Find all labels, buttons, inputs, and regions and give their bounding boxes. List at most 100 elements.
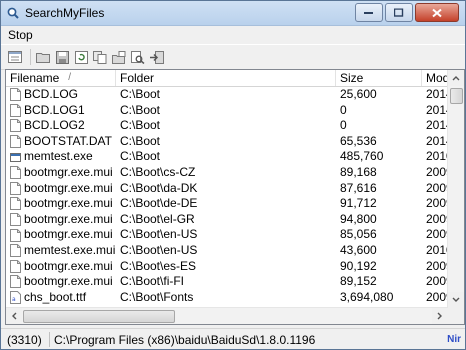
cell-filename: memtest.exe.mui (6, 243, 116, 259)
status-separator (49, 332, 50, 347)
cell-filename: bootmgr.exe.mui (6, 259, 116, 275)
file-icon (10, 197, 21, 211)
nirsoft-link[interactable]: Nir (447, 334, 465, 345)
status-current-path: C:\Program Files (x86)\baidu\BaiduSd\1.8… (54, 332, 316, 347)
column-header-size[interactable]: Size (336, 70, 422, 86)
file-icon (10, 119, 21, 133)
cell-modified: 2009 (426, 258, 448, 273)
filename-text: memtest.exe (24, 149, 93, 164)
filename-text: bootmgr.exe.mui (24, 227, 113, 242)
cell-size: 94,800 (340, 211, 377, 226)
open-icon[interactable] (35, 49, 51, 65)
table-row[interactable]: BCD.LOG1 C:\Boot 0 2014 (6, 103, 448, 119)
filename-text: BCD.LOG2 (24, 118, 85, 133)
cell-filename: BOOTSTAT.DAT (6, 134, 116, 150)
filename-text: memtest.exe.mui (24, 242, 116, 257)
filename-text: bootmgr.exe.mui (24, 180, 113, 195)
save-icon[interactable] (54, 49, 70, 65)
list-rows: BCD.LOG C:\Boot 25,600 2014 BCD.LOG1 C:\Boot 0… (6, 87, 448, 324)
table-row[interactable]: memtest.exe.mui C:\Boot\en-US 43,600 2010 (6, 243, 448, 259)
scroll-right-button[interactable] (432, 308, 448, 324)
refresh-icon[interactable] (73, 49, 89, 65)
horizontal-scrollbar[interactable] (6, 307, 448, 324)
column-header-filename[interactable]: Filename / (6, 70, 116, 86)
filename-text: bootmgr.exe.mui (24, 196, 113, 211)
cell-folder: C:\Boot\Fonts (120, 289, 194, 304)
cell-filename: bootmgr.exe.mui (6, 196, 116, 212)
close-button[interactable] (415, 3, 459, 22)
scroll-left-button[interactable] (6, 308, 22, 324)
cell-modified: 2009 (426, 274, 448, 289)
filename-text: BCD.LOG (24, 87, 79, 101)
filename-text: BOOTSTAT.DAT (24, 133, 113, 148)
table-row[interactable]: BCD.LOG2 C:\Boot 0 2014 (6, 118, 448, 134)
cell-size: 87,616 (340, 180, 377, 195)
table-row[interactable]: bootmgr.exe.mui C:\Boot\fi-FI 89,152 2009 (6, 274, 448, 290)
scroll-down-button[interactable] (448, 292, 464, 308)
title-bar[interactable]: SearchMyFiles (1, 1, 465, 26)
minimize-icon (364, 11, 373, 14)
copy-icon[interactable] (92, 49, 108, 65)
find-icon[interactable] (130, 49, 146, 65)
file-icon (10, 275, 21, 289)
maximize-button[interactable] (385, 3, 413, 22)
scroll-up-button[interactable] (448, 70, 464, 86)
file-icon (10, 166, 21, 180)
table-row[interactable]: memtest.exe C:\Boot 485,760 2010 (6, 149, 448, 165)
list-header: Filename / Folder Size Mod (6, 70, 464, 87)
copy-path-icon[interactable] (111, 49, 127, 65)
properties-icon[interactable] (7, 49, 23, 65)
cell-folder: C:\Boot\en-US (120, 227, 198, 242)
column-header-modified[interactable]: Mod (422, 70, 448, 86)
filename-text: bootmgr.exe.mui (24, 164, 113, 179)
table-row[interactable]: bootmgr.exe.mui C:\Boot\de-DE 91,712 2009 (6, 196, 448, 212)
file-icon (10, 135, 21, 149)
cell-size: 0 (340, 118, 347, 133)
column-label: Filename (10, 71, 60, 85)
cell-modified: 2009 (426, 164, 448, 179)
minimize-button[interactable] (355, 3, 383, 22)
filename-text: bootmgr.exe.mui (24, 274, 113, 289)
cell-size: 85,056 (340, 227, 377, 242)
cell-size: 89,168 (340, 164, 377, 179)
cell-modified: 2009 (426, 227, 448, 242)
cell-folder: C:\Boot\cs-CZ (120, 164, 196, 179)
cell-size: 65,536 (340, 133, 377, 148)
cell-folder: C:\Boot (120, 149, 161, 164)
cell-filename: bootmgr.exe.mui (6, 274, 116, 290)
cell-size: 89,152 (340, 274, 377, 289)
cell-modified: 2009 (426, 180, 448, 195)
cell-modified: 2014 (426, 118, 448, 133)
vertical-scrollbar[interactable] (447, 70, 464, 308)
table-row[interactable]: BCD.LOG C:\Boot 25,600 2014 (6, 87, 448, 103)
cell-filename: BCD.LOG2 (6, 118, 116, 134)
filename-text: BCD.LOG1 (24, 102, 85, 117)
table-row[interactable]: bootmgr.exe.mui C:\Boot\en-US 85,056 2009 (6, 227, 448, 243)
file-icon (10, 228, 21, 242)
table-row[interactable]: bootmgr.exe.mui C:\Boot\el-GR 94,800 2009 (6, 212, 448, 228)
font-file-icon: a (10, 291, 21, 305)
column-header-folder[interactable]: Folder (116, 70, 336, 86)
files-list[interactable]: Filename / Folder Size Mod BCD.LOG C:\Boo… (5, 69, 465, 325)
cell-size: 25,600 (340, 87, 377, 101)
status-file-count: (3310) (7, 332, 42, 347)
cell-modified: 2009 (426, 211, 448, 226)
horizontal-scroll-thumb[interactable] (23, 310, 175, 323)
exe-icon (10, 151, 21, 164)
cell-folder: C:\Boot (120, 133, 161, 148)
vertical-scroll-thumb[interactable] (450, 88, 463, 104)
app-window: SearchMyFiles Stop Filename / Folder Siz… (0, 0, 466, 350)
sort-indicator: / (68, 72, 71, 83)
table-row[interactable]: bootmgr.exe.mui C:\Boot\cs-CZ 89,168 2009 (6, 165, 448, 181)
filename-text: bootmgr.exe.mui (24, 258, 113, 273)
table-row[interactable]: a chs_boot.ttf C:\Boot\Fonts 3,694,080 2009 (6, 290, 448, 306)
cell-folder: C:\Boot (120, 118, 161, 133)
table-row[interactable]: bootmgr.exe.mui C:\Boot\da-DK 87,616 2009 (6, 181, 448, 197)
cell-modified: 2010 (426, 242, 448, 257)
table-row[interactable]: BOOTSTAT.DAT C:\Boot 65,536 2014 (6, 134, 448, 150)
cell-folder: C:\Boot\el-GR (120, 211, 195, 226)
exit-icon[interactable] (149, 49, 165, 65)
menu-stop[interactable]: Stop (8, 28, 33, 42)
table-row[interactable]: bootmgr.exe.mui C:\Boot\es-ES 90,192 2009 (6, 259, 448, 275)
column-label: Mod (426, 71, 448, 85)
